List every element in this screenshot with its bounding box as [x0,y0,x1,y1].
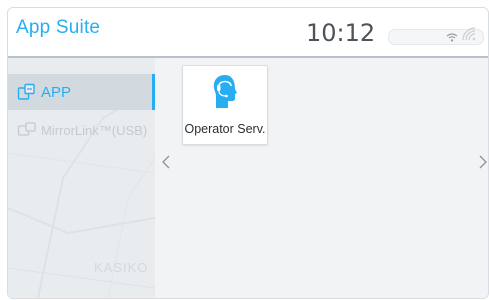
sidebar-item-app[interactable]: APP [8,74,155,110]
chevron-right-icon [479,155,487,174]
operator-headset-icon [210,72,240,117]
page-prev-button[interactable] [160,154,172,174]
app-suite-screen: App Suite 10:12 APP MirrorLink™(USB) KAS… [7,7,489,299]
sidebar: APP MirrorLink™(USB) KASIKO [8,58,155,298]
header-bar: App Suite 10:12 [8,8,488,58]
map-label: KASIKO [94,260,149,275]
app-tile-label: Operator Serv. [184,122,266,136]
clock: 10:12 [306,19,376,47]
page-next-button[interactable] [477,154,488,174]
sidebar-item-mirrorlink[interactable]: MirrorLink™(USB) [8,112,155,148]
app-grid: Operator Serv. [155,58,488,298]
app-title: App Suite [16,17,101,38]
app-tile-operator-service[interactable]: Operator Serv. [182,65,268,145]
chevron-left-icon [162,155,170,174]
signal-icon [462,27,476,46]
mirrorlink-icon [17,121,37,139]
app-icon [17,83,37,101]
sidebar-item-label: MirrorLink™(USB) [41,122,148,138]
sidebar-item-label: APP [41,83,72,101]
wifi-icon [446,30,458,48]
